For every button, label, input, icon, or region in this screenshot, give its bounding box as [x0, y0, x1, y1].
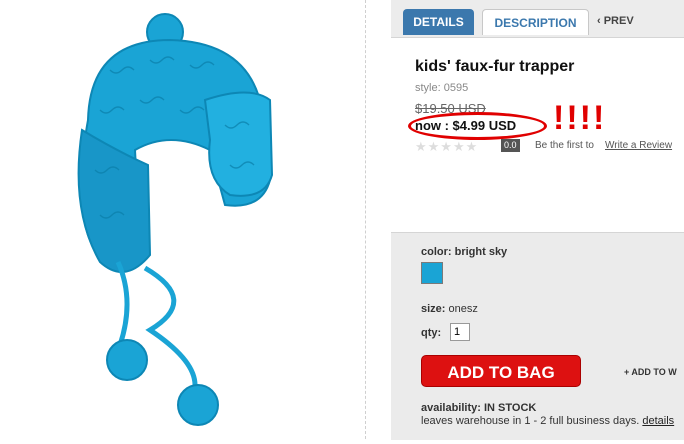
product-image-panel: [0, 0, 365, 439]
tab-details[interactable]: DETAILS: [403, 9, 474, 35]
availability-value: IN STOCK: [483, 402, 537, 414]
hat-image: [77, 13, 274, 426]
review-prompt: Be the first to: [535, 140, 594, 151]
add-to-wishlist-link[interactable]: + ADD TO W: [624, 367, 677, 377]
panel-divider: [365, 0, 366, 439]
color-label: color: bright sky: [421, 246, 508, 258]
color-swatch-bright-sky[interactable]: [421, 262, 443, 284]
rating-badge: 0.0: [501, 139, 520, 152]
annotation-exclamations: !!!!: [553, 99, 607, 137]
shipping-info: leaves warehouse in 1 - 2 full business …: [421, 415, 674, 427]
availability: availability: IN STOCK: [421, 402, 536, 414]
rating-stars: ★★★★★: [415, 139, 479, 154]
size-label-text: size:: [421, 303, 446, 315]
tab-description[interactable]: DESCRIPTION: [482, 9, 589, 35]
availability-label: availability:: [421, 402, 481, 414]
size-label: size: onesz: [421, 303, 478, 315]
purchase-options: color: bright sky size: onesz qty: ADD T…: [391, 232, 684, 440]
shipping-details-link[interactable]: details: [642, 415, 674, 427]
product-title: kids' faux-fur trapper: [415, 58, 575, 75]
product-style: style: 0595: [415, 82, 469, 94]
quantity-input[interactable]: [450, 323, 470, 341]
annotation-circle: [408, 112, 547, 140]
shipping-text: leaves warehouse in 1 - 2 full business …: [421, 415, 640, 427]
product-info-panel: DETAILS DESCRIPTION ‹ PREV kids' faux-fu…: [391, 0, 684, 440]
prev-link[interactable]: ‹ PREV: [597, 15, 634, 27]
tab-bar: DETAILS DESCRIPTION ‹ PREV: [391, 0, 684, 38]
size-value: onesz: [448, 303, 478, 315]
qty-label: qty:: [421, 327, 442, 339]
write-review-link[interactable]: Write a Review: [605, 140, 672, 151]
add-to-bag-button[interactable]: ADD TO BAG: [421, 355, 581, 387]
